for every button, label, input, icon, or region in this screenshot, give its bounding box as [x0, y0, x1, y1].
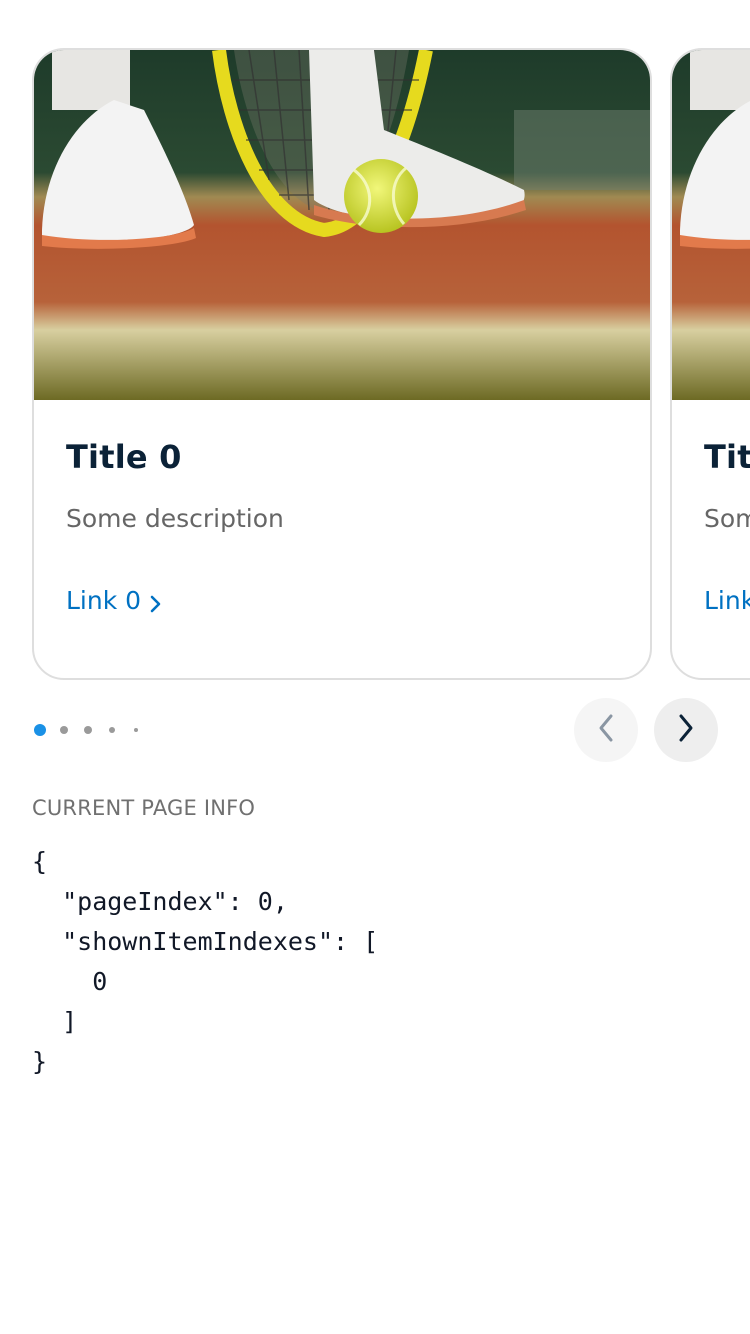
card-image: [672, 50, 750, 400]
next-button[interactable]: [654, 698, 718, 762]
card-image: [34, 50, 650, 400]
chevron-right-icon: [676, 712, 696, 748]
pagination-dot[interactable]: [60, 726, 68, 734]
card-link[interactable]: Link 0: [66, 586, 163, 615]
pagination-dot[interactable]: [109, 727, 115, 733]
card-title: Title 0: [66, 438, 182, 476]
chevron-right-icon: [149, 591, 163, 612]
card-description: Some description: [66, 504, 284, 533]
card-title: Title 1: [704, 438, 750, 476]
previous-button[interactable]: [574, 698, 638, 762]
chevron-left-icon: [596, 712, 616, 748]
carousel-card: Title 0 Some description Link 0: [32, 48, 652, 680]
pagination-dot[interactable]: [84, 726, 92, 734]
card-link-label: Link 1: [704, 586, 750, 615]
current-page-info-label: CURRENT PAGE INFO: [32, 796, 256, 820]
pagination-dot[interactable]: [134, 728, 138, 732]
card-description: Some description: [704, 504, 750, 533]
carousel[interactable]: Title 0 Some description Link 0 Ti So Li…: [0, 0, 750, 700]
card-link-label: Link 0: [66, 586, 142, 615]
current-page-info-json: { "pageIndex": 0, "shownItemIndexes": [ …: [32, 847, 379, 1076]
pagination-dot-active[interactable]: [34, 724, 46, 736]
card-link[interactable]: Link 1: [704, 586, 750, 615]
carousel-card: Title 1 Some description Link 1: [670, 48, 750, 680]
